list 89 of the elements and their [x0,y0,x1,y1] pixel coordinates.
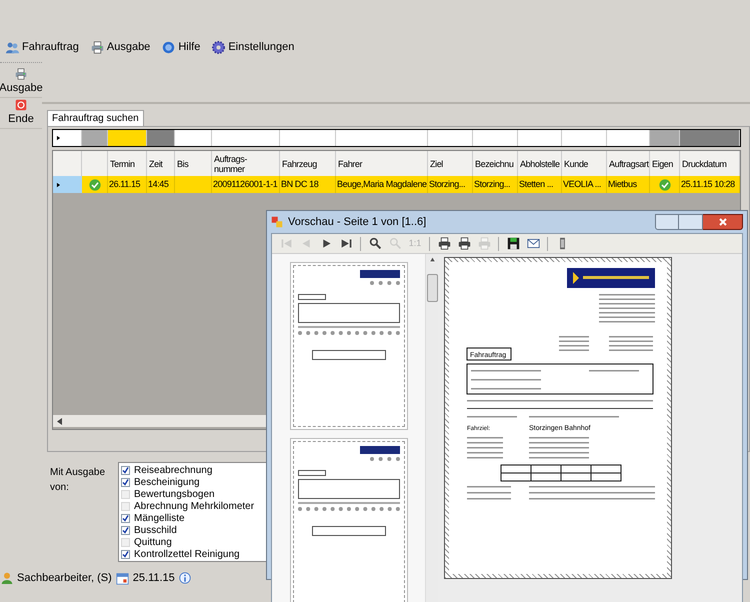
user-label: Sachbearbeiter, (S) [17,571,112,586]
table-cell-text: Storzing... [474,178,510,191]
table-cell-text: 26.11.15 [109,178,140,191]
option-label: Abrechnung Mehrkilometer [134,500,254,514]
up-arrow-icon [428,257,436,262]
option-label: Kontrollzettel Reinigung [134,548,240,562]
column-header[interactable]: Termin [110,158,135,168]
printer-icon [90,40,104,54]
menu-item[interactable]: Ausgabe [90,38,150,56]
left-arrow-icon [56,418,62,424]
checkbox[interactable] [121,526,130,534]
printer-icon [478,237,490,250]
option-label: Busschild [134,524,177,538]
option-label: Bewertungsbogen [134,488,215,502]
row-pointer-icon [56,134,61,142]
filter-cell[interactable] [108,130,147,146]
table-cell-text: 25.11.15 10:28 [681,178,735,191]
option-label: Bescheinigung [134,476,200,490]
table-cell-text: BN DC 18 [281,178,318,191]
column-header[interactable]: Bezeichnu [475,158,514,168]
maximize-button[interactable] [679,214,703,230]
people-icon [6,40,19,54]
checkbox[interactable] [121,466,130,474]
option-label: Quittung [134,536,172,550]
window-title: Vorschau - Seite 1 von [1..6] [288,214,426,230]
filter-cell[interactable] [680,130,740,146]
column-header[interactable]: Eigen [652,158,674,168]
minimize-button[interactable] [655,214,679,230]
option-label: Mängelliste [134,512,185,526]
column-header[interactable]: Fahrzeug [282,158,317,168]
column-header[interactable]: Auftrags-nummer [214,154,277,174]
close-button[interactable] [703,214,743,230]
menu-item[interactable]: Hilfe [162,38,200,56]
address-lines-drawing [599,294,655,322]
table-cell-text: 14:45 [148,178,169,191]
date-label: 25.11.15 [132,571,175,586]
option-label: Reiseabrechnung [134,464,212,478]
table-cell-text: Storzing... [429,178,466,191]
scrollbar-thumb[interactable] [426,274,438,302]
info-icon [178,572,191,584]
table-cell-text: Beuge,Maria Magdalene [337,178,427,191]
toolbar-button[interactable] [505,236,521,252]
menu-item[interactable]: Einstellungen [212,38,294,56]
heading-frame [466,348,512,360]
window-icon [271,216,283,228]
envelope-icon [526,237,540,250]
checkbox[interactable] [121,550,130,558]
printer-icon [458,237,470,250]
page-thumbnail[interactable] [290,438,408,602]
toolbar-button[interactable]: Ende [0,98,42,129]
column-header[interactable]: Zeit [149,158,162,168]
filter-cell[interactable] [147,130,175,146]
printer-icon [15,68,27,80]
user-icon [1,572,13,584]
table-cell-text: VEOLIA ... [563,178,602,191]
column-header[interactable]: Bis [177,158,188,168]
first-page-icon [280,237,292,250]
column-header[interactable]: Fahrer [338,158,362,168]
help-icon [162,40,176,54]
options-label: Mit Ausgabe von: [50,466,106,495]
gear-icon [212,40,226,54]
column-header[interactable]: Druckdatum [682,158,727,168]
zoom-out-icon [388,237,402,250]
last-page-icon [340,237,352,250]
table-cell-text: 20091126001-1-1 [213,178,278,191]
toolbar-button[interactable] [367,236,383,252]
filter-cell[interactable] [650,130,680,146]
column-header[interactable]: Auftragsart [609,158,649,168]
menu-item[interactable]: Fahrauftrag [6,38,79,56]
checkbox[interactable] [121,478,130,486]
checkbox[interactable] [121,514,130,522]
row-pointer-icon [56,180,61,188]
toolbar-button[interactable] [436,236,452,252]
toolbar-button[interactable] [456,236,472,252]
page-thumbnail[interactable] [290,262,408,430]
table-row[interactable]: 26.11.15 14:45 20091126001-1-1 BN DC 18 Beuge,Maria Magdalene Storzing... Storzing... Stetten ... VEOLIA ... Mietbus 25.11.15 10:28 [53,176,740,193]
column-header[interactable]: Ziel [430,158,443,168]
zoom-in-icon [368,237,382,250]
close-icon [718,218,726,226]
printer-icon [438,237,450,250]
column-header[interactable]: Abholstelle [520,158,560,168]
filter-cell[interactable] [82,130,108,146]
calendar-icon [116,572,129,585]
column-header[interactable]: Kunde [564,158,588,168]
filter-row[interactable] [52,129,741,147]
table-cell-text: Stetten ... [519,178,554,191]
table-cell-text: Mietbus [608,178,637,191]
stop-icon [15,98,27,111]
tab[interactable]: Fahrauftrag suchen [47,110,144,126]
